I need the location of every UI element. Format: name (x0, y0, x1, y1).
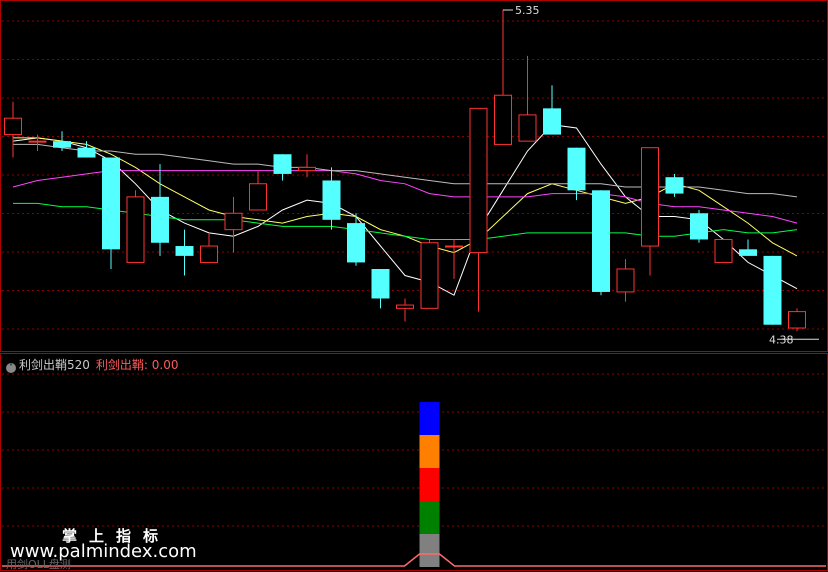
candle-body-up (249, 183, 267, 211)
candle-body-up (126, 196, 145, 263)
indicator-name: 利剑出鞘520 (19, 358, 90, 372)
candle-body-down (592, 190, 610, 292)
candle-body-up (518, 114, 537, 142)
candle-body-up (420, 242, 439, 309)
candle-body-down (690, 213, 708, 240)
signal-block (419, 468, 440, 501)
candlestick-chart: 5.35 4.38 (0, 0, 828, 571)
candle-body-down (53, 141, 71, 148)
candle-body-up (616, 268, 635, 293)
candle-body-down (763, 255, 782, 325)
candle-body-up (200, 245, 218, 263)
candle-body-up (396, 304, 414, 309)
candle-body-down (102, 157, 120, 250)
signal-block (419, 435, 440, 468)
chart-stage: 5.35 4.38 ˅ 利剑出鞘520 利剑出鞘: 0.00 掌上指标 www.pal… (0, 0, 828, 572)
candle-body-down (543, 108, 561, 135)
candle-body-down (77, 147, 96, 158)
high-label: 5.35 (515, 4, 540, 17)
signal-block (419, 402, 440, 435)
indicator-title: ˅ 利剑出鞘520 利剑出鞘: 0.00 (6, 356, 178, 373)
candle-body-down (273, 154, 292, 174)
candle-body-down (371, 268, 390, 299)
signal-block (419, 501, 440, 534)
candle-body-up (788, 311, 806, 329)
signal-block (419, 534, 440, 567)
candle-body-up (494, 94, 512, 145)
candle-body-down (175, 246, 194, 256)
candle-body-up (28, 140, 47, 143)
candle-body-up (714, 238, 733, 263)
bottom-label: 用剑OLL盘测 (6, 558, 71, 571)
candle-body-up (445, 245, 463, 248)
collapse-icon[interactable]: ˅ (6, 363, 16, 373)
candle-body-up (641, 147, 659, 247)
candle-body-down (567, 147, 586, 191)
candle-body-up (224, 212, 243, 231)
candle-body-down (322, 180, 341, 220)
candle-body-down (151, 196, 169, 243)
low-label: 4.38 (769, 333, 794, 346)
candle-body-down (347, 223, 365, 263)
main-panel-border (0, 0, 828, 352)
candle-body-up (469, 107, 488, 254)
candle-body-down (739, 249, 757, 256)
candle-body-up (4, 117, 22, 136)
candle-body-up (298, 166, 316, 172)
indicator-value: 利剑出鞘: 0.00 (95, 358, 179, 372)
candle-body-down (665, 177, 684, 194)
